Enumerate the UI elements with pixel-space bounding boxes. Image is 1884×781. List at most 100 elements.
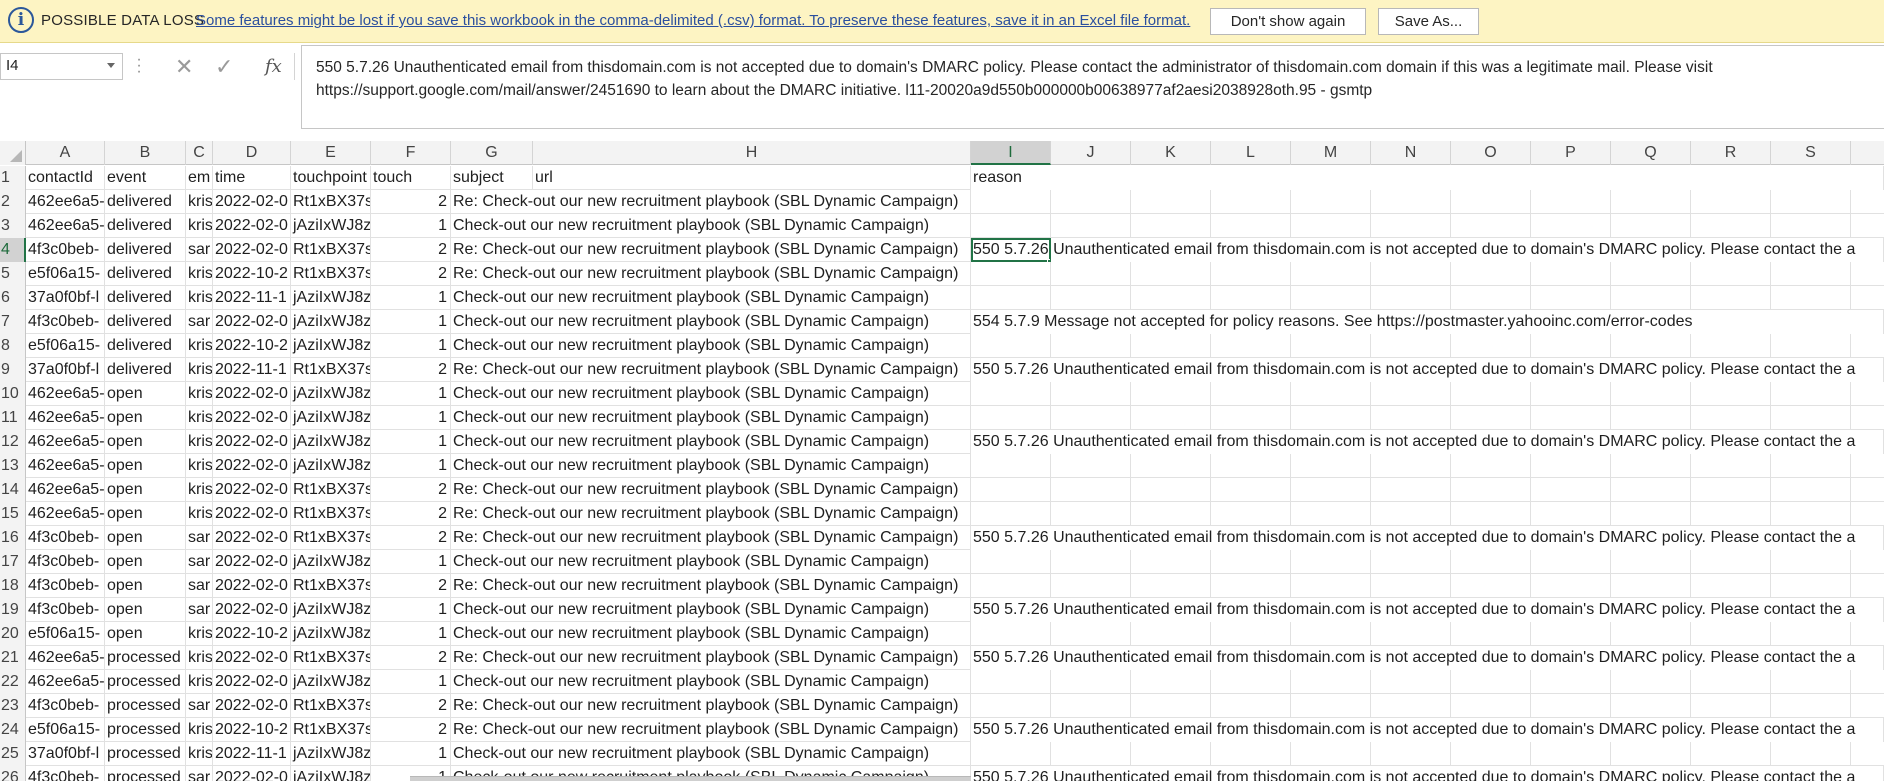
message-bar-link[interactable]: Some features might be lost if you save … — [196, 12, 1190, 29]
cell-touch[interactable]: 2 — [371, 238, 451, 262]
cell-touch[interactable]: 1 — [371, 598, 451, 622]
cell-time[interactable]: 2022-02-0 — [213, 238, 291, 262]
cell-event[interactable]: delivered — [105, 334, 186, 358]
cell-contactid[interactable]: 462ee6a5- — [26, 430, 105, 454]
cell-empty[interactable] — [1051, 262, 1131, 286]
cell-empty[interactable] — [1451, 214, 1531, 238]
column-header-d[interactable]: D — [213, 141, 291, 165]
cell-touchpoint[interactable]: jAziIxWJ8z — [291, 214, 371, 238]
cell-empty[interactable] — [1211, 382, 1291, 406]
column-header-b[interactable]: B — [105, 141, 186, 165]
cell-event[interactable]: open — [105, 454, 186, 478]
cell-empty[interactable] — [1691, 670, 1771, 694]
cell-contactid[interactable]: e5f06a15- — [26, 622, 105, 646]
cell-subject[interactable]: Check-out our new recruitment playbook (… — [451, 382, 971, 406]
cell-reason[interactable]: 550 5.7.26 Unauthenticated email from th… — [971, 598, 1884, 622]
cell-empty[interactable] — [1371, 454, 1451, 478]
select-all-button[interactable] — [0, 141, 26, 165]
row-header[interactable]: 10 — [0, 382, 26, 406]
row-header[interactable]: 11 — [0, 406, 26, 430]
cell-empty[interactable] — [1451, 550, 1531, 574]
cell-reason[interactable]: 550 5.7.26 Unauthenticated email from th… — [971, 766, 1884, 781]
cell-empty[interactable] — [1051, 694, 1131, 718]
cell-empty[interactable] — [1371, 694, 1451, 718]
cell-email[interactable]: kris — [186, 622, 213, 646]
cell-subject[interactable]: Check-out our new recruitment playbook (… — [451, 334, 971, 358]
row-header[interactable]: 20 — [0, 622, 26, 646]
cell-empty[interactable] — [1211, 574, 1291, 598]
cell-reason[interactable] — [971, 622, 1051, 646]
cell-event[interactable]: delivered — [105, 214, 186, 238]
cell-empty[interactable] — [1051, 550, 1131, 574]
cell-empty[interactable] — [1291, 454, 1371, 478]
cell-empty[interactable] — [1611, 406, 1691, 430]
cell-reason[interactable] — [971, 742, 1051, 766]
cell-touch[interactable]: 1 — [371, 286, 451, 310]
cell-empty[interactable] — [1291, 286, 1371, 310]
cell-time[interactable]: 2022-10-2 — [213, 262, 291, 286]
cell-subject[interactable]: Re: Check-out our new recruitment playbo… — [451, 262, 971, 286]
cell-empty[interactable] — [1371, 742, 1451, 766]
cell-email[interactable]: kris — [186, 262, 213, 286]
cell-contactid[interactable]: 4f3c0beb- — [26, 598, 105, 622]
cell-touchpoint[interactable]: Rt1xBX37s — [291, 694, 371, 718]
cell-empty[interactable] — [1051, 406, 1131, 430]
cell-empty[interactable] — [1691, 262, 1771, 286]
cell-empty[interactable] — [1451, 478, 1531, 502]
cell-reason[interactable]: 550 5.7.26 Unauthenticated email from th… — [971, 526, 1884, 550]
cell-email[interactable]: sar — [186, 526, 213, 550]
cell-empty[interactable] — [1371, 550, 1451, 574]
cell-email[interactable]: kris — [186, 334, 213, 358]
cell-empty[interactable] — [1691, 406, 1771, 430]
column-header-q[interactable]: Q — [1611, 141, 1691, 165]
cell-contactid[interactable]: 37a0f0bf-l — [26, 742, 105, 766]
row-header[interactable]: 24 — [0, 718, 26, 742]
cell-time[interactable]: 2022-02-0 — [213, 310, 291, 334]
row-header[interactable]: 4 — [0, 238, 26, 262]
cancel-icon[interactable]: ✕ — [175, 54, 193, 80]
cell-email[interactable]: kris — [186, 718, 213, 742]
cell-empty[interactable] — [1371, 406, 1451, 430]
cell-subject[interactable]: Check-out our new recruitment playbook (… — [451, 406, 971, 430]
column-header-r[interactable]: R — [1691, 141, 1771, 165]
cell-event[interactable]: processed — [105, 718, 186, 742]
cell-time[interactable]: 2022-11-1 — [213, 286, 291, 310]
cell-event[interactable]: delivered — [105, 286, 186, 310]
cell-touch[interactable]: 2 — [371, 526, 451, 550]
formula-bar-grip-icon[interactable]: · · · — [136, 52, 142, 80]
cell-empty[interactable] — [1531, 502, 1611, 526]
cell-contactid[interactable]: 37a0f0bf-l — [26, 358, 105, 382]
cell-empty[interactable] — [1451, 406, 1531, 430]
cell-reason[interactable] — [971, 382, 1051, 406]
cell-empty[interactable] — [1451, 694, 1531, 718]
cell-touchpoint[interactable]: Rt1xBX37s — [291, 718, 371, 742]
cell-time[interactable]: 2022-02-0 — [213, 550, 291, 574]
cell-reason[interactable]: 550 5.7.26 Unauthenticated email from th… — [971, 358, 1884, 382]
cell-empty[interactable] — [1691, 214, 1771, 238]
cell-empty[interactable] — [1531, 574, 1611, 598]
column-header-a[interactable]: A — [26, 141, 105, 165]
column-header-l[interactable]: L — [1211, 141, 1291, 165]
cell-reason[interactable] — [971, 574, 1051, 598]
cell-touch[interactable]: 2 — [371, 262, 451, 286]
cell-empty[interactable] — [1131, 214, 1211, 238]
cell-event[interactable]: open — [105, 526, 186, 550]
row-header[interactable]: 26 — [0, 766, 26, 781]
cell-empty[interactable] — [1691, 550, 1771, 574]
cell-empty[interactable] — [1611, 502, 1691, 526]
cell-empty[interactable] — [1531, 286, 1611, 310]
cell-event[interactable]: processed — [105, 670, 186, 694]
cell-empty[interactable] — [1451, 670, 1531, 694]
cell-email[interactable]: em — [186, 166, 213, 190]
cell-subject[interactable]: Check-out our new recruitment playbook (… — [451, 622, 971, 646]
cell-empty[interactable] — [1211, 622, 1291, 646]
cell-subject[interactable]: Re: Check-out our new recruitment playbo… — [451, 694, 971, 718]
cell-time[interactable]: 2022-02-0 — [213, 214, 291, 238]
cell-empty[interactable] — [1291, 214, 1371, 238]
column-header-n[interactable]: N — [1371, 141, 1451, 165]
cell-time[interactable]: 2022-02-0 — [213, 502, 291, 526]
cell-event[interactable]: open — [105, 382, 186, 406]
row-header[interactable]: 22 — [0, 670, 26, 694]
cell-empty[interactable] — [1771, 286, 1851, 310]
cell-event[interactable]: open — [105, 574, 186, 598]
